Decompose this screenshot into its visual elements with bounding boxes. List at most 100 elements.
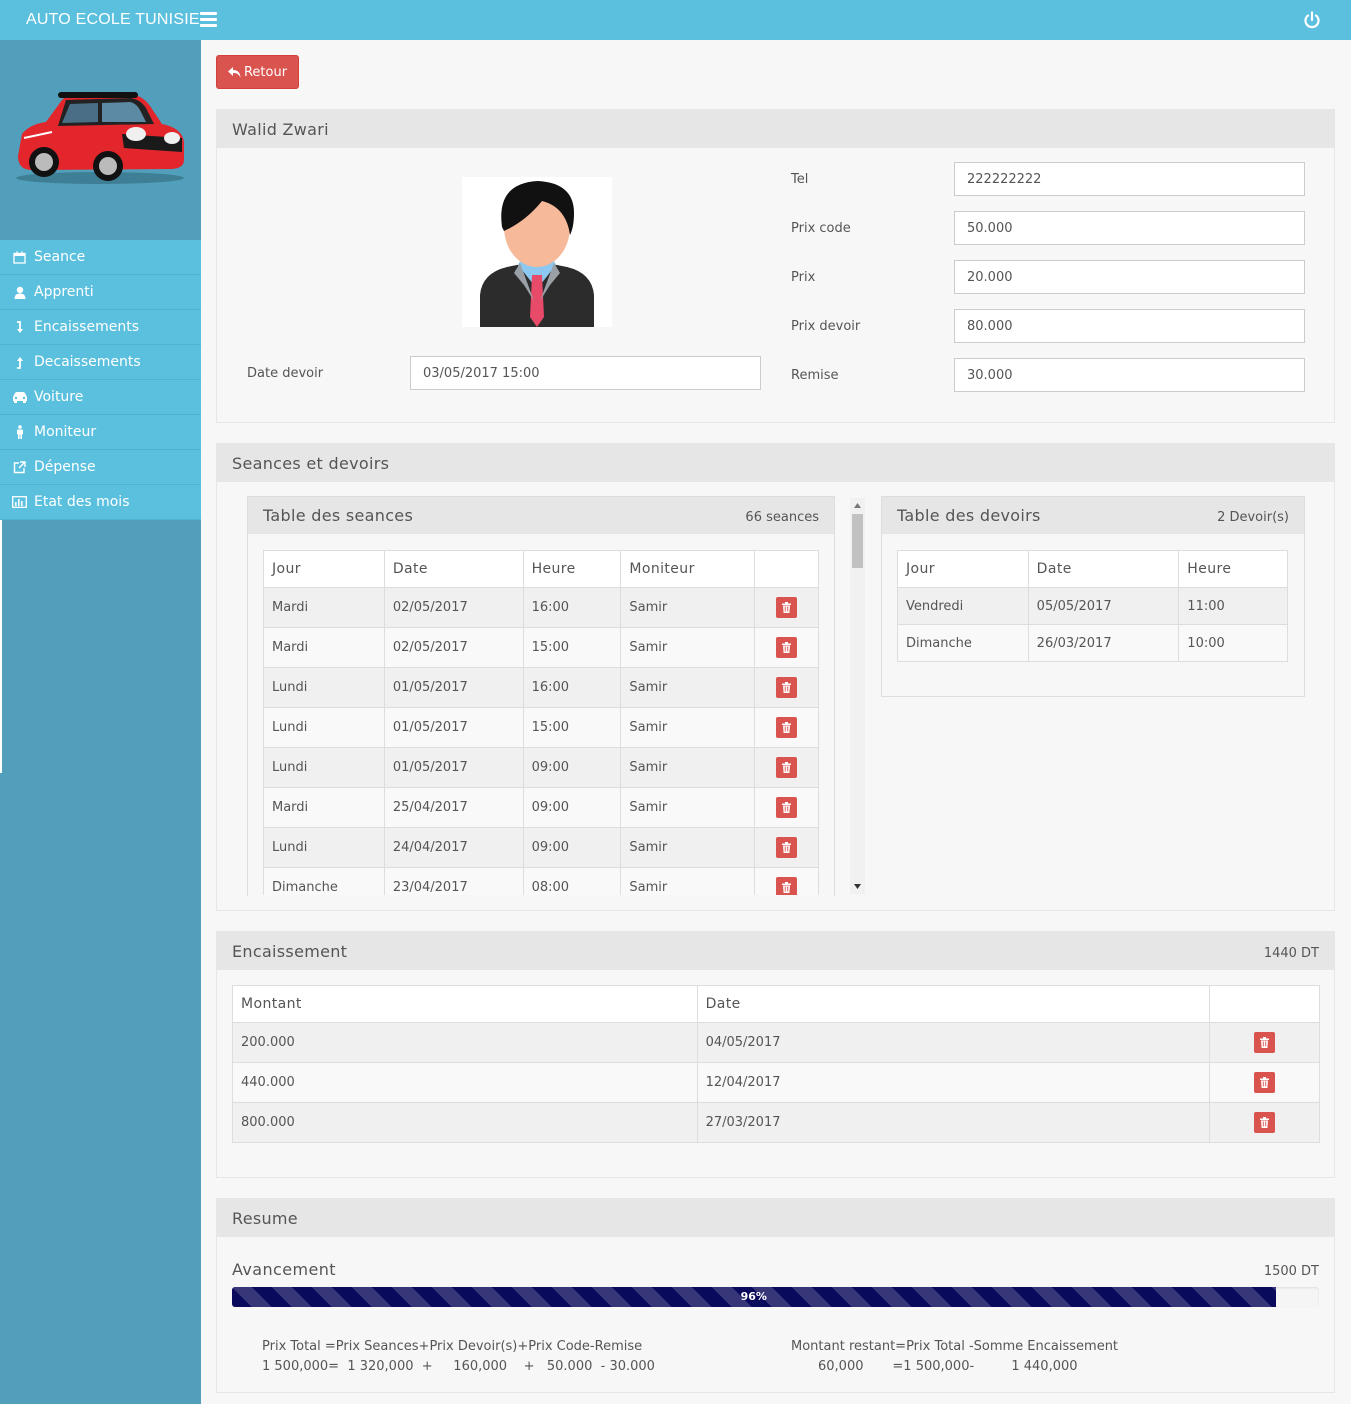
cell-heure: 09:00: [522, 747, 622, 788]
devoirs-title: Table des devoirs: [897, 506, 1041, 525]
devoirs-table: Jour Date Heure Vendredi 05/05/2017 11:00 D…: [897, 550, 1288, 662]
sidebar-item-label: Seance: [34, 249, 86, 265]
cell-date: 24/04/2017: [383, 827, 524, 868]
prix-code-label: Prix code: [791, 221, 851, 236]
sidebar-item-label: Voiture: [34, 389, 84, 405]
cell-jour: Mardi: [263, 787, 385, 828]
sidebar-item-encaissements[interactable]: Encaissements: [0, 310, 201, 345]
delete-button[interactable]: [776, 637, 798, 658]
cell-jour: Lundi: [263, 827, 385, 868]
avancement-total: 1500 DT: [1263, 1264, 1319, 1279]
prix-devoir-field[interactable]: 80.000: [954, 309, 1305, 343]
trash-icon: [782, 762, 792, 773]
cell-heure: 09:00: [522, 787, 622, 828]
table-row: Vendredi 05/05/2017 11:00: [897, 587, 1288, 625]
cell-heure: 11:00: [1178, 587, 1288, 625]
delete-button[interactable]: [776, 717, 798, 738]
prix-label: Prix: [791, 270, 816, 285]
sidebar-item-label: Decaissements: [34, 354, 141, 370]
cell-moniteur: Samir: [620, 867, 756, 895]
delete-button[interactable]: [776, 877, 798, 895]
sidebar-item-apprenti[interactable]: Apprenti: [0, 275, 201, 310]
seances-scrollbar[interactable]: [850, 498, 865, 894]
delete-button[interactable]: [776, 757, 798, 778]
cell-moniteur: Samir: [620, 627, 756, 668]
table-row: Mardi 02/05/2017 15:00 Samir: [263, 627, 819, 668]
power-icon[interactable]: [1302, 10, 1322, 30]
delete-button[interactable]: [1254, 1032, 1276, 1053]
sidebar-item-seance[interactable]: Seance: [0, 240, 201, 275]
encaissement-panel: Encaissement 1440 DT Montant Date 200.00…: [216, 931, 1335, 1178]
avancement-label: Avancement: [232, 1260, 336, 1279]
seances-table: Jour Date Heure Moniteur Mardi 02/05/2017…: [263, 550, 819, 895]
actions-cell: [754, 787, 819, 828]
table-row: 800.000 27/03/2017: [232, 1102, 1320, 1143]
delete-button[interactable]: [776, 797, 798, 818]
profile-panel: Walid Zwari Date devoir 03/05/2017 15:00…: [216, 109, 1335, 423]
prix-code-field[interactable]: 50.000: [954, 211, 1305, 245]
formula-total-line1: Prix Total =Prix Seances+Prix Devoir(s)+…: [262, 1339, 643, 1354]
col-date: Date: [383, 550, 524, 588]
trash-icon: [1260, 1037, 1270, 1048]
trash-icon: [782, 802, 792, 813]
trash-icon: [1260, 1117, 1270, 1128]
encaissement-total: 1440 DT: [1263, 946, 1319, 961]
trash-icon: [1260, 1077, 1270, 1088]
cell-heure: 15:00: [522, 707, 622, 748]
scroll-down-icon[interactable]: [854, 884, 861, 889]
col-actions: [754, 550, 819, 588]
table-row: Lundi 24/04/2017 09:00 Samir: [263, 827, 819, 868]
cell-moniteur: Samir: [620, 587, 756, 628]
back-button-label: Retour: [243, 64, 288, 80]
delete-button[interactable]: [776, 837, 798, 858]
delete-button[interactable]: [1254, 1072, 1276, 1093]
sidebar-item-moniteur[interactable]: Moniteur: [0, 415, 201, 450]
actions-cell: [1209, 1022, 1320, 1063]
brand-title[interactable]: AUTO ECOLE TUNISIE: [26, 11, 200, 29]
sidebar-item-etat-des-mois[interactable]: Etat des mois: [0, 485, 201, 520]
scrollbar-thumb[interactable]: [852, 514, 863, 568]
menu-toggle-icon[interactable]: [200, 12, 217, 27]
sidebar-item-label: Etat des mois: [34, 494, 130, 510]
cell-moniteur: Samir: [620, 827, 756, 868]
sidebar-item-label: Dépense: [34, 459, 96, 475]
seances-title: Table des seances: [263, 506, 414, 525]
remise-field[interactable]: 30.000: [954, 358, 1305, 392]
prix-field[interactable]: 20.000: [954, 260, 1305, 294]
cell-date: 01/05/2017: [383, 667, 524, 708]
sidebar-item-depense[interactable]: Dépense: [0, 450, 201, 485]
cell-moniteur: Samir: [620, 787, 756, 828]
trash-icon: [782, 642, 792, 653]
sidebar-item-decaissements[interactable]: Decaissements: [0, 345, 201, 380]
scroll-up-icon[interactable]: [854, 503, 861, 508]
back-button[interactable]: Retour: [216, 55, 299, 89]
devoirs-heading: Table des devoirs 2 Devoir(s): [882, 497, 1304, 534]
cell-date: 02/05/2017: [383, 587, 524, 628]
table-row: Lundi 01/05/2017 15:00 Samir: [263, 707, 819, 748]
actions-cell: [754, 827, 819, 868]
cell-heure: 16:00: [522, 667, 622, 708]
seances-scroll-area[interactable]: Jour Date Heure Moniteur Mardi 02/05/2017…: [263, 550, 819, 895]
trash-icon: [782, 882, 792, 893]
remise-label: Remise: [791, 368, 839, 383]
delete-button[interactable]: [776, 677, 798, 698]
sidebar-item-label: Apprenti: [34, 284, 94, 300]
arrow-up-icon: [11, 355, 28, 369]
devoirs-count: 2 Devoir(s): [1217, 510, 1289, 525]
delete-button[interactable]: [1254, 1112, 1276, 1133]
sidebar-divider: [0, 520, 2, 773]
sidebar-item-voiture[interactable]: Voiture: [0, 380, 201, 415]
table-row: Dimanche 23/04/2017 08:00 Samir: [263, 867, 819, 895]
actions-cell: [1209, 1062, 1320, 1103]
cell-jour: Dimanche: [263, 867, 385, 895]
cell-jour: Mardi: [263, 587, 385, 628]
encaissement-heading: Encaissement 1440 DT: [217, 932, 1334, 970]
date-devoir-input[interactable]: 03/05/2017 15:00: [410, 356, 761, 390]
cell-date: 23/04/2017: [383, 867, 524, 895]
date-devoir-label: Date devoir: [247, 366, 324, 381]
delete-button[interactable]: [776, 597, 798, 618]
tel-field[interactable]: 222222222: [954, 162, 1305, 196]
actions-cell: [754, 627, 819, 668]
formula-rest-line1: Montant restant=Prix Total -Somme Encais…: [791, 1339, 1119, 1354]
avatar: [462, 177, 612, 327]
